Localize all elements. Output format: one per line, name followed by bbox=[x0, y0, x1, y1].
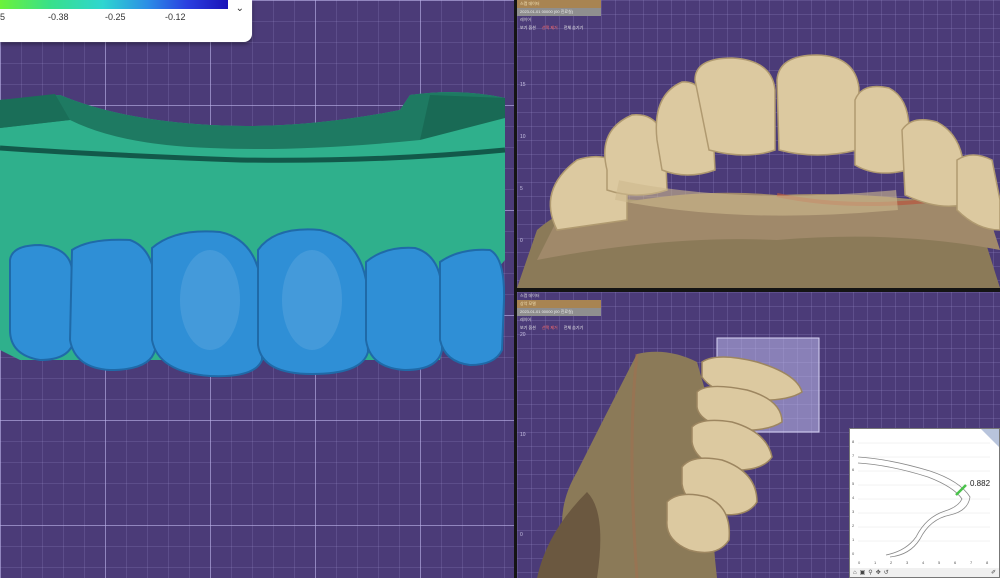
main-3d-viewport[interactable]: 5 -0.38 -0.25 -0.12 ⌄ bbox=[0, 0, 514, 578]
tree-item-case[interactable]: 2023-01-01 00000 (00 진료실) bbox=[517, 8, 601, 16]
plot-y-tick: 4 bbox=[852, 495, 855, 500]
top-3d-viewport[interactable]: 스캠 데이터 2023-01-01 00000 (00 진료실) 레이어 보기 … bbox=[517, 0, 1000, 288]
tree-actions: 보기 옵션 선택 제거 전체 숨기기 bbox=[517, 24, 601, 32]
cross-section-plot[interactable]: 0.882 ⌂ ▣ ⚲ ✥ ↺ ✐ 8 7 6 5 4 3 2 1 00 1 2 3 4 5 6 7 8 bbox=[849, 428, 1000, 578]
deviation-color-legend[interactable]: 5 -0.38 -0.25 -0.12 ⌄ bbox=[0, 0, 252, 42]
tree-item-layer[interactable]: 레이어 bbox=[517, 16, 601, 24]
plot-x-tick: 8 bbox=[986, 560, 989, 565]
camera-icon[interactable]: ▣ bbox=[860, 569, 866, 576]
axis-tick-label: 10 bbox=[520, 432, 526, 438]
plot-toolbar: ⌂ ▣ ⚲ ✥ ↺ ✐ bbox=[850, 568, 999, 577]
tree-item-case[interactable]: 2023-01-01 00000 (00 진료실) bbox=[517, 308, 601, 316]
tree-item-label: 2023-01-01 00000 (00 진료실) bbox=[520, 9, 574, 14]
plot-x-tick: 5 bbox=[938, 560, 941, 565]
plot-x-tick: 2 bbox=[890, 560, 893, 565]
tree-item-label: 레이어 bbox=[520, 317, 532, 322]
color-scale-bar bbox=[0, 0, 228, 9]
tree-item-label: 스캠 데이터 bbox=[520, 1, 540, 6]
object-tree-panel[interactable]: 스캠 데이터 상악 모델 2023-01-01 00000 (00 진료실) 레… bbox=[517, 292, 601, 332]
plot-y-tick: 0 bbox=[852, 551, 855, 556]
tree-item-label: 레이어 bbox=[520, 17, 532, 22]
legend-label: 5 bbox=[0, 12, 6, 22]
plot-x-tick: 0 bbox=[858, 560, 861, 565]
legend-label: -0.38 bbox=[48, 12, 69, 22]
axis-tick-label: 10 bbox=[520, 134, 526, 140]
tree-item-layer[interactable]: 레이어 bbox=[517, 316, 601, 324]
plot-x-tick: 1 bbox=[874, 560, 877, 565]
hide-all-button[interactable]: 전체 숨기기 bbox=[564, 325, 584, 331]
plot-x-tick: 7 bbox=[970, 560, 973, 565]
remove-selection-button[interactable]: 선택 제거 bbox=[542, 325, 558, 331]
chevron-down-icon[interactable]: ⌄ bbox=[236, 3, 244, 14]
pan-icon[interactable]: ✥ bbox=[876, 569, 881, 576]
view-options-button[interactable]: 보기 옵션 bbox=[520, 325, 536, 331]
plot-y-tick: 3 bbox=[852, 509, 855, 514]
hide-all-button[interactable]: 전체 숨기기 bbox=[564, 25, 584, 31]
bottom-3d-viewport[interactable]: 스캠 데이터 상악 모델 2023-01-01 00000 (00 진료실) 레… bbox=[517, 292, 1000, 578]
axis-tick-label: 5 bbox=[520, 186, 523, 192]
plot-x-tick: 6 bbox=[954, 560, 957, 565]
app-window: 5 -0.38 -0.25 -0.12 ⌄ 스캠 데이터 2023-01-01 … bbox=[0, 0, 1000, 578]
plot-y-tick: 1 bbox=[852, 537, 855, 542]
tree-item-scan[interactable]: 스캠 데이터 bbox=[517, 0, 601, 8]
tree-item-scan[interactable]: 스캠 데이터 bbox=[517, 292, 601, 300]
tree-actions: 보기 옵션 선택 제거 전체 숨기기 bbox=[517, 324, 601, 332]
remove-selection-button[interactable]: 선택 제거 bbox=[542, 25, 558, 31]
plot-x-tick: 4 bbox=[922, 560, 925, 565]
tree-item-upper-model[interactable]: 상악 모델 bbox=[517, 300, 601, 308]
plot-y-tick: 6 bbox=[852, 467, 855, 472]
tree-item-label: 2023-01-01 00000 (00 진료실) bbox=[520, 309, 574, 314]
tree-item-label: 스캠 데이터 bbox=[520, 293, 540, 298]
main-model-render bbox=[0, 92, 506, 378]
plot-x-tick: 3 bbox=[906, 560, 909, 565]
legend-label: -0.25 bbox=[105, 12, 126, 22]
cross-section-curve bbox=[857, 442, 990, 558]
axis-tick-label: 15 bbox=[520, 82, 526, 88]
plot-y-tick: 2 bbox=[852, 523, 855, 528]
tree-item-label: 상악 모델 bbox=[520, 301, 536, 306]
zoom-icon[interactable]: ⚲ bbox=[868, 569, 872, 576]
object-tree-panel[interactable]: 스캠 데이터 2023-01-01 00000 (00 진료실) 레이어 보기 … bbox=[517, 0, 601, 32]
home-icon[interactable]: ⌂ bbox=[853, 570, 857, 576]
pen-icon[interactable]: ✐ bbox=[991, 569, 996, 576]
view-options-button[interactable]: 보기 옵션 bbox=[520, 25, 536, 31]
axis-tick-label: 0 bbox=[520, 532, 523, 538]
axis-tick-label: 0 bbox=[520, 238, 523, 244]
plot-y-tick: 5 bbox=[852, 481, 855, 486]
axis-tick-label: 20 bbox=[520, 332, 526, 338]
plot-y-tick: 7 bbox=[852, 453, 855, 458]
reset-icon[interactable]: ↺ bbox=[884, 569, 889, 576]
thickness-measurement: 0.882 bbox=[970, 479, 991, 488]
top-model-render bbox=[517, 54, 1000, 288]
plot-y-tick: 8 bbox=[852, 439, 855, 444]
legend-label: -0.12 bbox=[165, 12, 186, 22]
